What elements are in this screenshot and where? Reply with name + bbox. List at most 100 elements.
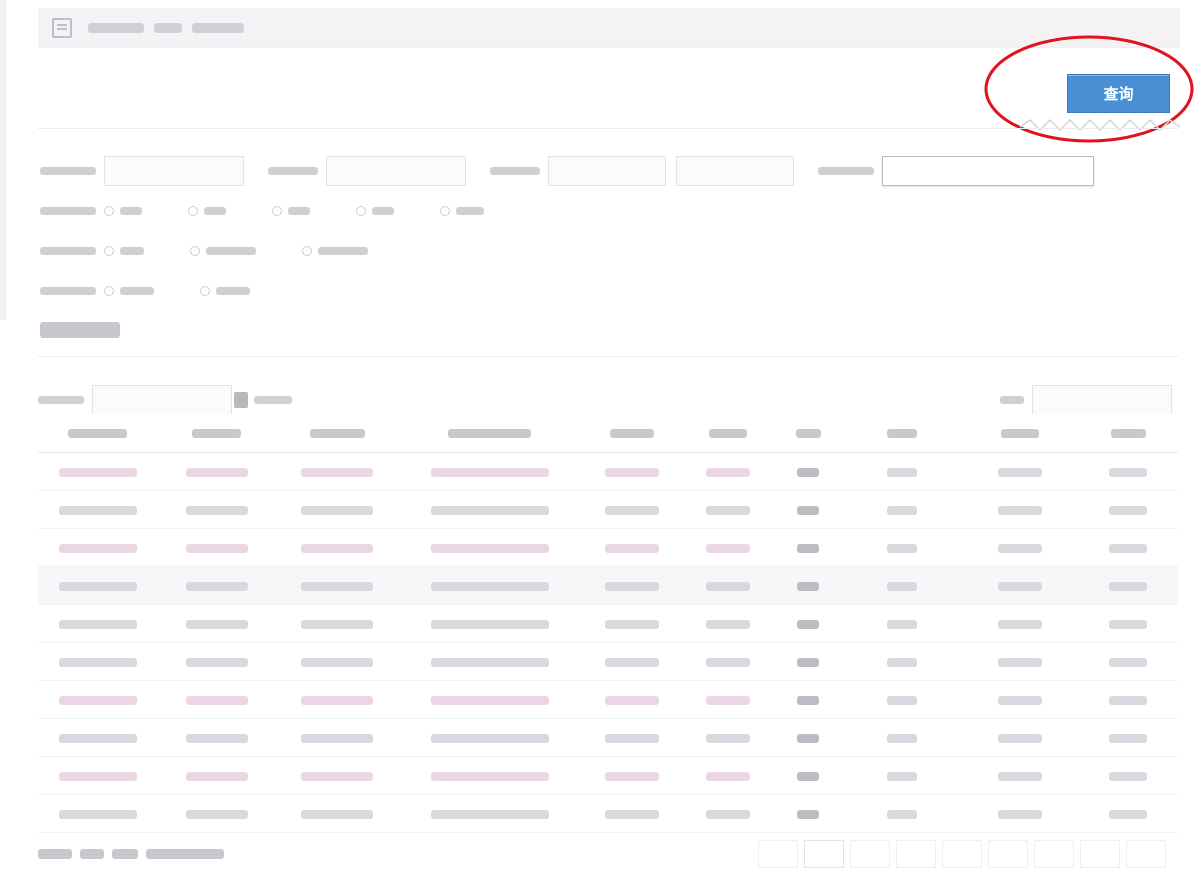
- table-row[interactable]: [38, 642, 1178, 681]
- column-header[interactable]: [38, 414, 158, 453]
- radio-option[interactable]: [104, 286, 162, 296]
- cell-value: [706, 619, 751, 629]
- table-row[interactable]: [38, 604, 1178, 643]
- breadcrumb-item[interactable]: [154, 23, 182, 33]
- cell-value: [1109, 619, 1148, 629]
- radio-option[interactable]: [272, 206, 318, 216]
- table-row[interactable]: [38, 794, 1178, 833]
- table-row[interactable]: [38, 452, 1178, 491]
- table-cell: [397, 680, 582, 719]
- cell-value: [997, 733, 1042, 743]
- table-search-input[interactable]: [1032, 385, 1172, 415]
- column-header[interactable]: [581, 414, 682, 453]
- column-header[interactable]: [276, 414, 398, 453]
- cell-value: [58, 505, 137, 515]
- table-info: [38, 846, 224, 862]
- column-header[interactable]: [681, 414, 775, 453]
- radio-option[interactable]: [190, 246, 264, 256]
- date-end-input[interactable]: [676, 156, 794, 186]
- table-cell: [157, 642, 277, 681]
- table-cell: [842, 452, 962, 491]
- page-button[interactable]: [896, 840, 936, 868]
- page-button[interactable]: [1080, 840, 1120, 868]
- filter-label: [40, 287, 96, 295]
- search-icon[interactable]: [234, 392, 248, 408]
- page-size-select[interactable]: [92, 385, 232, 415]
- cell-value: [1109, 657, 1148, 667]
- table-cell: [397, 528, 582, 567]
- radio-icon: [302, 246, 312, 256]
- table-cell: [38, 490, 158, 529]
- cell-value: [58, 581, 137, 591]
- column-header-label: [1110, 429, 1146, 439]
- column-header[interactable]: [157, 414, 277, 453]
- cell-value: [604, 771, 659, 781]
- table-cell: [276, 642, 398, 681]
- table-row[interactable]: [38, 680, 1178, 719]
- date-start-input[interactable]: [548, 156, 666, 186]
- breadcrumb-item[interactable]: [88, 23, 144, 33]
- table-cell: [397, 756, 582, 795]
- table-cell: [276, 756, 398, 795]
- column-header[interactable]: [397, 414, 582, 453]
- page-button[interactable]: [850, 840, 890, 868]
- radio-icon: [190, 246, 200, 256]
- table-row[interactable]: [38, 490, 1178, 529]
- table-cell: [1078, 490, 1178, 529]
- table-row[interactable]: [38, 528, 1178, 567]
- query-button[interactable]: 查询: [1067, 74, 1170, 113]
- cell-value: [706, 733, 751, 743]
- cell-value: [797, 543, 820, 553]
- cell-value: [301, 809, 374, 819]
- table-cell: [397, 642, 582, 681]
- table-row[interactable]: [38, 756, 1178, 795]
- table-cell: [961, 528, 1079, 567]
- table-cell: [681, 680, 775, 719]
- column-header[interactable]: [1078, 414, 1178, 453]
- column-header-label: [68, 429, 128, 439]
- cell-value: [886, 467, 917, 477]
- column-header[interactable]: [774, 414, 842, 453]
- cell-value: [301, 467, 374, 477]
- page-button[interactable]: [1034, 840, 1074, 868]
- cell-value: [58, 733, 137, 743]
- radio-option[interactable]: [356, 206, 402, 216]
- table-cell: [581, 794, 682, 833]
- table-row[interactable]: [38, 566, 1178, 605]
- cell-value: [185, 619, 248, 629]
- radio-icon: [104, 246, 114, 256]
- cell-value: [185, 771, 248, 781]
- radio-option[interactable]: [104, 206, 150, 216]
- table-cell: [774, 718, 842, 757]
- filter-label: [40, 167, 96, 175]
- page-prev-button[interactable]: [758, 840, 798, 868]
- table-row[interactable]: [38, 718, 1178, 757]
- filter-input[interactable]: [326, 156, 466, 186]
- table-cell: [1078, 566, 1178, 605]
- radio-option[interactable]: [188, 206, 234, 216]
- cell-value: [301, 733, 374, 743]
- page-next-button[interactable]: [1126, 840, 1166, 868]
- cell-value: [430, 733, 549, 743]
- radio-option[interactable]: [302, 246, 376, 256]
- page-button[interactable]: [988, 840, 1028, 868]
- cell-value: [58, 657, 137, 667]
- radio-option[interactable]: [200, 286, 258, 296]
- page-button[interactable]: [804, 840, 844, 868]
- column-header[interactable]: [961, 414, 1079, 453]
- table-cell: [1078, 794, 1178, 833]
- page-button[interactable]: [942, 840, 982, 868]
- table-cell: [157, 452, 277, 491]
- cell-value: [886, 809, 917, 819]
- radio-option[interactable]: [440, 206, 492, 216]
- cell-value: [886, 543, 917, 553]
- cell-value: [797, 809, 820, 819]
- filter-input[interactable]: [882, 156, 1094, 186]
- filter-input[interactable]: [104, 156, 244, 186]
- column-header-label: [192, 429, 242, 439]
- cell-value: [886, 505, 917, 515]
- column-header[interactable]: [842, 414, 962, 453]
- radio-option[interactable]: [104, 246, 152, 256]
- table-cell: [774, 566, 842, 605]
- cell-value: [604, 695, 659, 705]
